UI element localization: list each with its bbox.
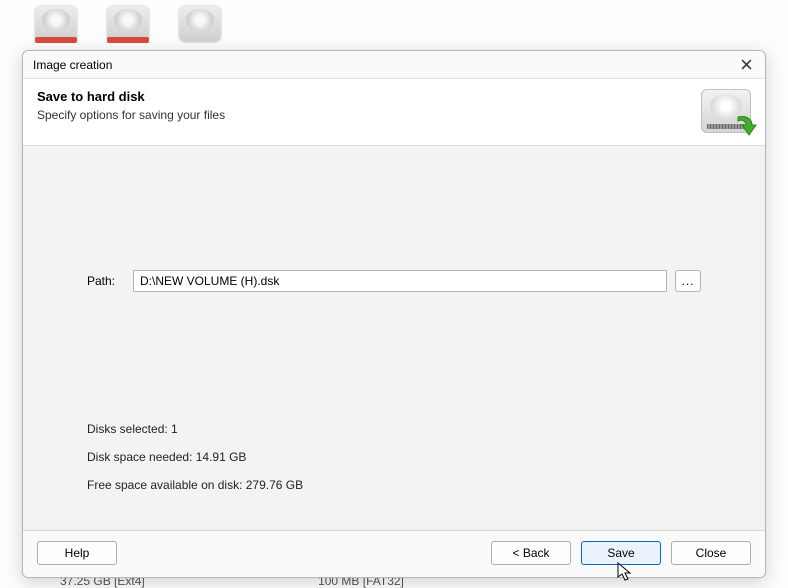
hard-disk-save-icon bbox=[701, 89, 751, 133]
disk-thumbnail-1 bbox=[35, 5, 77, 41]
stat-disks-selected: Disks selected: 1 bbox=[87, 422, 701, 436]
stats-block: Disks selected: 1 Disk space needed: 14.… bbox=[87, 422, 701, 506]
titlebar: Image creation bbox=[23, 51, 765, 79]
wizard-header: Save to hard disk Specify options for sa… bbox=[23, 79, 765, 146]
stat-free-space: Free space available on disk: 279.76 GB bbox=[87, 478, 701, 492]
close-icon[interactable] bbox=[737, 56, 755, 74]
header-title: Save to hard disk bbox=[37, 89, 225, 104]
path-input[interactable] bbox=[133, 270, 667, 292]
toolbar bbox=[35, 5, 221, 41]
wizard-footer: Help < Back Save Close bbox=[23, 530, 765, 577]
back-button[interactable]: < Back bbox=[491, 541, 571, 565]
path-label: Path: bbox=[87, 274, 125, 288]
close-button[interactable]: Close bbox=[671, 541, 751, 565]
window-title: Image creation bbox=[33, 58, 112, 72]
save-button[interactable]: Save bbox=[581, 541, 661, 565]
wizard-body: Path: ... Disks selected: 1 Disk space n… bbox=[23, 146, 765, 530]
stat-space-needed: Disk space needed: 14.91 GB bbox=[87, 450, 701, 464]
disk-thumbnail-2 bbox=[107, 5, 149, 41]
header-subtitle: Specify options for saving your files bbox=[37, 108, 225, 122]
disk-thumbnail-3 bbox=[179, 5, 221, 41]
browse-button[interactable]: ... bbox=[675, 270, 701, 292]
help-button[interactable]: Help bbox=[37, 541, 117, 565]
path-row: Path: ... bbox=[87, 270, 701, 292]
image-creation-dialog: Image creation Save to hard disk Specify… bbox=[22, 50, 766, 578]
